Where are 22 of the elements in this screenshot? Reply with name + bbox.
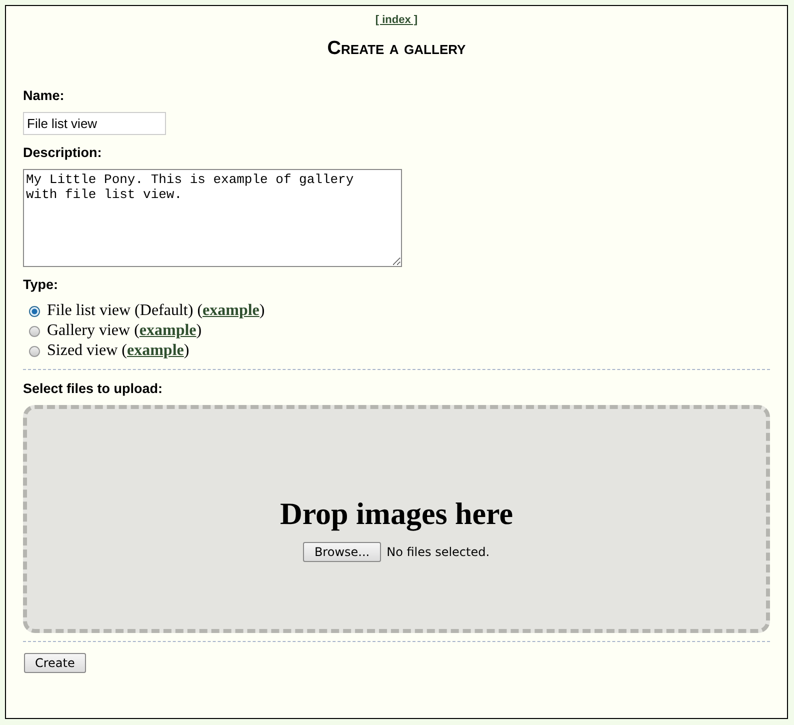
file-status: No files selected. — [386, 545, 490, 559]
field-label: Type: — [23, 277, 60, 292]
field-label: Select files to upload: — [23, 381, 164, 396]
radio-button[interactable] — [29, 346, 40, 356]
radio-button[interactable] — [29, 306, 40, 316]
page-title: Create a gallery — [326, 38, 467, 60]
radio-button[interactable] — [29, 326, 40, 336]
drop-text: Drop images here — [280, 496, 514, 532]
example-link[interactable]: example — [139, 322, 196, 339]
option-label[interactable]: Sized view (example) — [47, 342, 190, 360]
description-field[interactable]: My Little Pony. This is example of gallery with file list view. — [23, 169, 402, 267]
example-link[interactable]: example — [202, 302, 260, 319]
field-label: Description: — [23, 145, 103, 160]
index-link[interactable]: [ index ] — [375, 14, 418, 26]
option-label[interactable]: Gallery view (example) — [47, 322, 202, 340]
browse-button[interactable]: Browse... — [303, 542, 381, 562]
drop-zone[interactable]: Drop images here Browse... No files selected. — [23, 405, 770, 633]
name-field[interactable]: File list view — [23, 112, 166, 135]
example-link[interactable]: example — [126, 342, 184, 359]
create-button[interactable]: Create — [24, 653, 86, 673]
field-label: Name: — [23, 88, 66, 103]
option-label[interactable]: File list view (Default) (example) — [47, 302, 265, 320]
